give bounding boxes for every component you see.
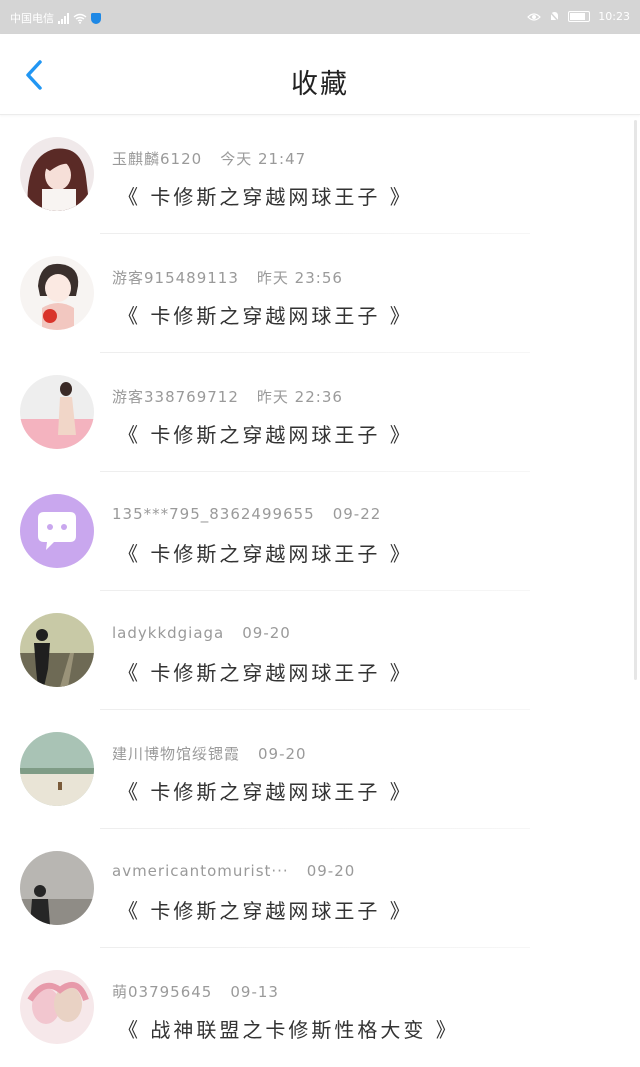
scrollbar[interactable] [634,120,637,680]
app-header: 收藏 [0,34,640,115]
timestamp: 09-20 [306,862,356,880]
book-title: 《 卡修斯之穿越网球王子 》 [118,661,413,685]
username: 玉麒麟6120 [112,150,203,168]
timestamp: 09-20 [242,624,291,642]
book-title: 《 卡修斯之穿越网球王子 》 [118,185,413,209]
status-left: 中国电信 [10,10,101,26]
avatar-silhouette-icon [20,851,94,925]
shield-icon [91,12,101,24]
avatar-default-chat-icon [20,494,94,568]
item-meta: 玉麒麟6120 今天 21:47 [112,148,306,169]
list-item[interactable]: 萌03795645 09-13 《 战神联盟之卡修斯性格大变 》 [0,948,640,1067]
page-title: 收藏 [291,69,349,100]
timestamp: 09-20 [258,745,307,763]
avatar-man-railway-icon [20,613,94,687]
mute-icon [549,10,560,23]
item-meta: 萌03795645 09-13 [112,981,279,1002]
item-meta: ladykkdgiaga 09-20 [112,624,291,642]
eye-icon [527,12,542,21]
avatar[interactable] [20,256,94,330]
avatar[interactable] [20,851,94,925]
avatar-landscape-icon [20,732,94,806]
avatar[interactable] [20,732,94,806]
list-item[interactable]: avmericantomurist··· 09-20 《 卡修斯之穿越网球王子 》 [0,829,640,948]
book-title: 《 卡修斯之穿越网球王子 》 [118,899,413,923]
username: 游客915489113 [112,269,239,287]
list-item[interactable]: 玉麒麟6120 今天 21:47 《 卡修斯之穿越网球王子 》 [0,115,640,234]
timestamp: 09-13 [230,983,279,1001]
signal-icon [58,12,69,24]
username: 建川博物馆绥锶霞 [112,745,241,763]
username: 萌03795645 [112,983,213,1001]
list-item[interactable]: 135***795_8362499655 09-22 《 卡修斯之穿越网球王子 》 [0,472,640,591]
avatar[interactable] [20,137,94,211]
favorites-list: 玉麒麟6120 今天 21:47 《 卡修斯之穿越网球王子 》 游客9154891… [0,115,640,1067]
username: avmericantomurist··· [112,862,289,880]
username: ladykkdgiaga [112,624,225,642]
status-right: 10:23 [527,10,630,23]
carrier-label: 中国电信 [10,12,54,25]
avatar[interactable] [20,970,94,1044]
timestamp: 今天 21:47 [220,150,307,168]
list-item[interactable]: 游客338769712 昨天 22:36 《 卡修斯之穿越网球王子 》 [0,353,640,472]
wifi-icon [73,13,87,24]
avatar[interactable] [20,613,94,687]
book-title: 《 卡修斯之穿越网球王子 》 [118,423,413,447]
battery-icon [568,11,591,22]
avatar-anime-girl-icon [20,256,94,330]
avatar-girl-brown-hair-icon [20,137,94,211]
book-title: 《 卡修斯之穿越网球王子 》 [118,542,413,566]
clock: 10:23 [598,10,630,23]
username: 135***795_8362499655 [112,505,315,523]
status-bar: 中国电信 10:23 [0,0,640,34]
avatar[interactable] [20,375,94,449]
list-item[interactable]: 建川博物馆绥锶霞 09-20 《 卡修斯之穿越网球王子 》 [0,710,640,829]
list-item[interactable]: ladykkdgiaga 09-20 《 卡修斯之穿越网球王子 》 [0,591,640,710]
book-title: 《 卡修斯之穿越网球王子 》 [118,780,413,804]
book-title: 《 战神联盟之卡修斯性格大变 》 [118,1018,459,1042]
timestamp: 昨天 23:56 [256,269,343,287]
username: 游客338769712 [112,388,239,406]
avatar-anime-couple-icon [20,970,94,1044]
item-meta: 游客338769712 昨天 22:36 [112,386,343,407]
item-meta: 135***795_8362499655 09-22 [112,505,381,523]
avatar[interactable] [20,494,94,568]
list-item[interactable]: 游客915489113 昨天 23:56 《 卡修斯之穿越网球王子 》 [0,234,640,353]
book-title: 《 卡修斯之穿越网球王子 》 [118,304,413,328]
item-meta: avmericantomurist··· 09-20 [112,862,355,880]
timestamp: 昨天 22:36 [256,388,343,406]
item-meta: 建川博物馆绥锶霞 09-20 [112,743,307,764]
timestamp: 09-22 [332,505,382,523]
avatar-girl-pink-text-icon [20,375,94,449]
item-meta: 游客915489113 昨天 23:56 [112,267,343,288]
